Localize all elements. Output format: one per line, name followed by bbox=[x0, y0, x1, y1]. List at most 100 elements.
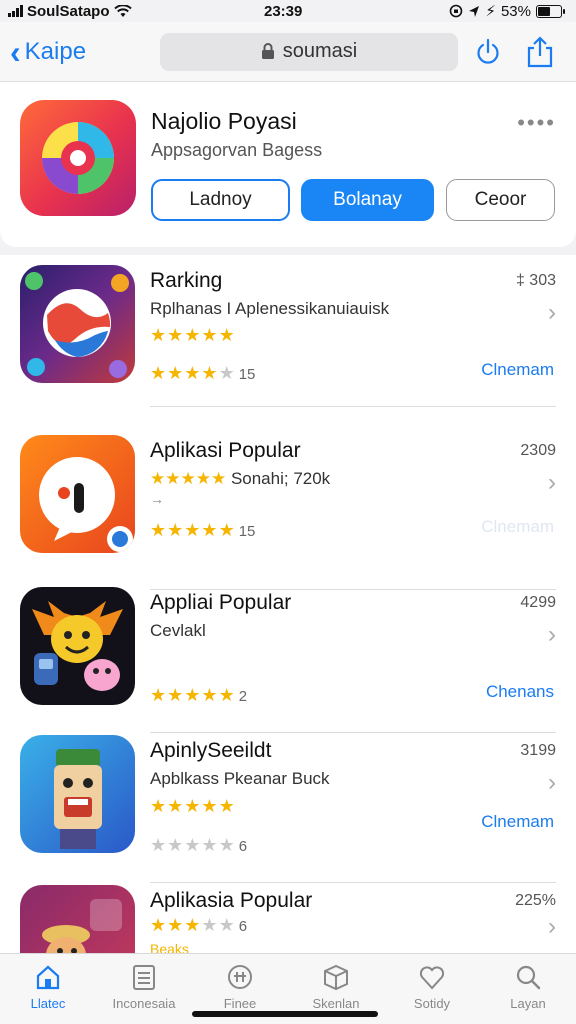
subtitle-stars: ★★★★★ bbox=[150, 469, 227, 488]
app-link[interactable]: Clnemam bbox=[481, 360, 554, 380]
chevron-right-icon: › bbox=[548, 621, 556, 648]
clock: 23:39 bbox=[264, 2, 303, 20]
star-icon: ★ bbox=[150, 915, 168, 935]
chevron-right-icon: › bbox=[548, 469, 556, 496]
app-number: 4299 bbox=[520, 594, 556, 611]
status-left: SoulSatapo bbox=[8, 3, 132, 20]
tab-favorites[interactable]: Sotidy bbox=[384, 954, 480, 1024]
app-subtitle: Rplhanas I Aplenessikanuiauisk bbox=[150, 299, 390, 318]
rating-count: 6 bbox=[238, 918, 248, 935]
url-text: soumasi bbox=[282, 40, 358, 62]
app-title: Aplikasi Popular bbox=[150, 439, 301, 462]
app-icon-globe bbox=[20, 265, 135, 383]
star-icon: ★ bbox=[150, 796, 168, 816]
tab-label: Layan bbox=[510, 996, 546, 1011]
chevron-right-icon: › bbox=[548, 769, 556, 796]
star-icon: ★ bbox=[150, 363, 168, 383]
tab-label: Llatec bbox=[30, 996, 66, 1011]
featured-app-icon[interactable] bbox=[20, 100, 136, 216]
star-rating-secondary: ★★★★★ 15 bbox=[150, 520, 255, 541]
address-bar[interactable]: soumasi bbox=[160, 32, 458, 71]
app-title: Rarking bbox=[150, 269, 223, 292]
box-icon bbox=[324, 964, 348, 991]
app-extra: → bbox=[150, 491, 164, 507]
tab-search[interactable]: Layan bbox=[480, 954, 576, 1024]
star-rating-primary: ★★★★★ 6 bbox=[150, 915, 247, 936]
lock-rotation-icon bbox=[450, 4, 463, 18]
app-row[interactable]: Aplikasia Popular 225% › ★★★★★ 6 Beaks bbox=[0, 875, 576, 953]
star-icon: ★ bbox=[201, 325, 219, 345]
star-icon: ★ bbox=[201, 685, 219, 705]
featured-app-title: Najolio Poyasi bbox=[151, 108, 297, 134]
app-row[interactable]: Aplikasi Popular ★★★★★ Sonahi; 720k → 23… bbox=[0, 425, 576, 590]
app-title: ApinlySeeildt bbox=[150, 739, 272, 762]
star-icon: ★ bbox=[201, 363, 219, 383]
star-icon: ★ bbox=[167, 685, 185, 705]
app-number: 225% bbox=[515, 892, 556, 909]
star-icon: ★ bbox=[201, 520, 219, 540]
app-row[interactable]: Appliai Popular Cevlakl 4299 › ★★★★★ 2 Ch… bbox=[0, 577, 576, 733]
rating-count: 15 bbox=[238, 523, 256, 540]
app-number: 2309 bbox=[520, 442, 556, 459]
tab-label: Inconesaia bbox=[112, 996, 176, 1011]
star-rating-secondary: ★★★★★ 6 bbox=[150, 835, 247, 856]
back-button[interactable]: ‹ Kaipe bbox=[0, 36, 160, 68]
app-link[interactable]: Chenans bbox=[486, 682, 554, 702]
chevron-right-icon: › bbox=[548, 913, 556, 940]
star-rating-secondary: ★★★★★ 15 bbox=[150, 363, 255, 384]
app-row[interactable]: ApinlySeeildt Apblkass Pkeanar Buck 3199… bbox=[0, 725, 576, 883]
featured-app-card: Najolio Poyasi Appsagorvan Bagess •••• L… bbox=[0, 82, 576, 247]
tab-label: Sotidy bbox=[413, 996, 451, 1011]
star-icon: ★ bbox=[167, 796, 185, 816]
signal-icon bbox=[8, 5, 23, 17]
app-subtitle: ★★★★★ Sonahi; 720k bbox=[150, 469, 330, 489]
star-icon: ★ bbox=[184, 325, 202, 345]
star-icon: ★ bbox=[184, 835, 202, 855]
hero-button-1[interactable]: Ladnoy bbox=[151, 179, 290, 221]
power-icon[interactable] bbox=[476, 37, 500, 67]
search-icon bbox=[516, 965, 541, 990]
star-icon: ★ bbox=[167, 520, 185, 540]
star-icon: ★ bbox=[167, 363, 185, 383]
nav-actions bbox=[476, 35, 554, 68]
star-icon: ★ bbox=[150, 685, 168, 705]
tab-today[interactable]: Llatec bbox=[0, 954, 96, 1024]
back-label: Kaipe bbox=[24, 37, 87, 65]
hero-button-2[interactable]: Bolanay bbox=[301, 179, 434, 221]
rating-count: 2 bbox=[238, 688, 248, 705]
share-icon[interactable] bbox=[526, 35, 554, 68]
app-title: Appliai Popular bbox=[150, 591, 292, 614]
star-icon: ★ bbox=[218, 835, 236, 855]
more-options-icon[interactable]: •••• bbox=[517, 110, 556, 136]
star-icon: ★ bbox=[184, 915, 202, 935]
app-footer: Beaks bbox=[150, 941, 189, 953]
list-icon bbox=[133, 965, 155, 990]
star-icon: ★ bbox=[184, 520, 202, 540]
star-rating-primary: ★★★★★ bbox=[150, 325, 236, 346]
tab-label: Skenlan bbox=[312, 996, 360, 1011]
star-icon: ★ bbox=[167, 835, 185, 855]
app-link[interactable]: Clnemam bbox=[481, 517, 554, 537]
hero-button-3[interactable]: Ceoor bbox=[446, 179, 555, 221]
star-icon: ★ bbox=[150, 835, 168, 855]
app-link[interactable]: Clnemam bbox=[481, 812, 554, 832]
tab-label: Finee bbox=[223, 996, 257, 1011]
app-row[interactable]: Rarking Rplhanas I Aplenessikanuiauisk ‡… bbox=[0, 255, 576, 407]
star-rating-primary: ★★★★★ bbox=[150, 796, 236, 817]
subtitle-text: Sonahi; 720k bbox=[230, 469, 331, 488]
nav-bar: ‹ Kaipe soumasi bbox=[0, 22, 576, 82]
app-list: Rarking Rplhanas I Aplenessikanuiauisk ‡… bbox=[0, 255, 576, 953]
star-icon: ★ bbox=[218, 363, 236, 383]
chevron-right-icon: › bbox=[548, 299, 556, 326]
charging-icon: ⚡ bbox=[485, 3, 496, 20]
tab-list[interactable]: Inconesaia bbox=[96, 954, 192, 1024]
carrier-label: SoulSatapo bbox=[27, 2, 110, 20]
row-divider bbox=[150, 406, 556, 407]
star-icon: ★ bbox=[184, 363, 202, 383]
star-rating-secondary: ★★★★★ 2 bbox=[150, 685, 247, 706]
battery-icon bbox=[536, 4, 565, 18]
wifi-icon bbox=[113, 4, 132, 17]
status-right: ⚡ 53% bbox=[449, 2, 565, 20]
heart-icon bbox=[419, 966, 445, 990]
lock-icon bbox=[261, 43, 274, 59]
